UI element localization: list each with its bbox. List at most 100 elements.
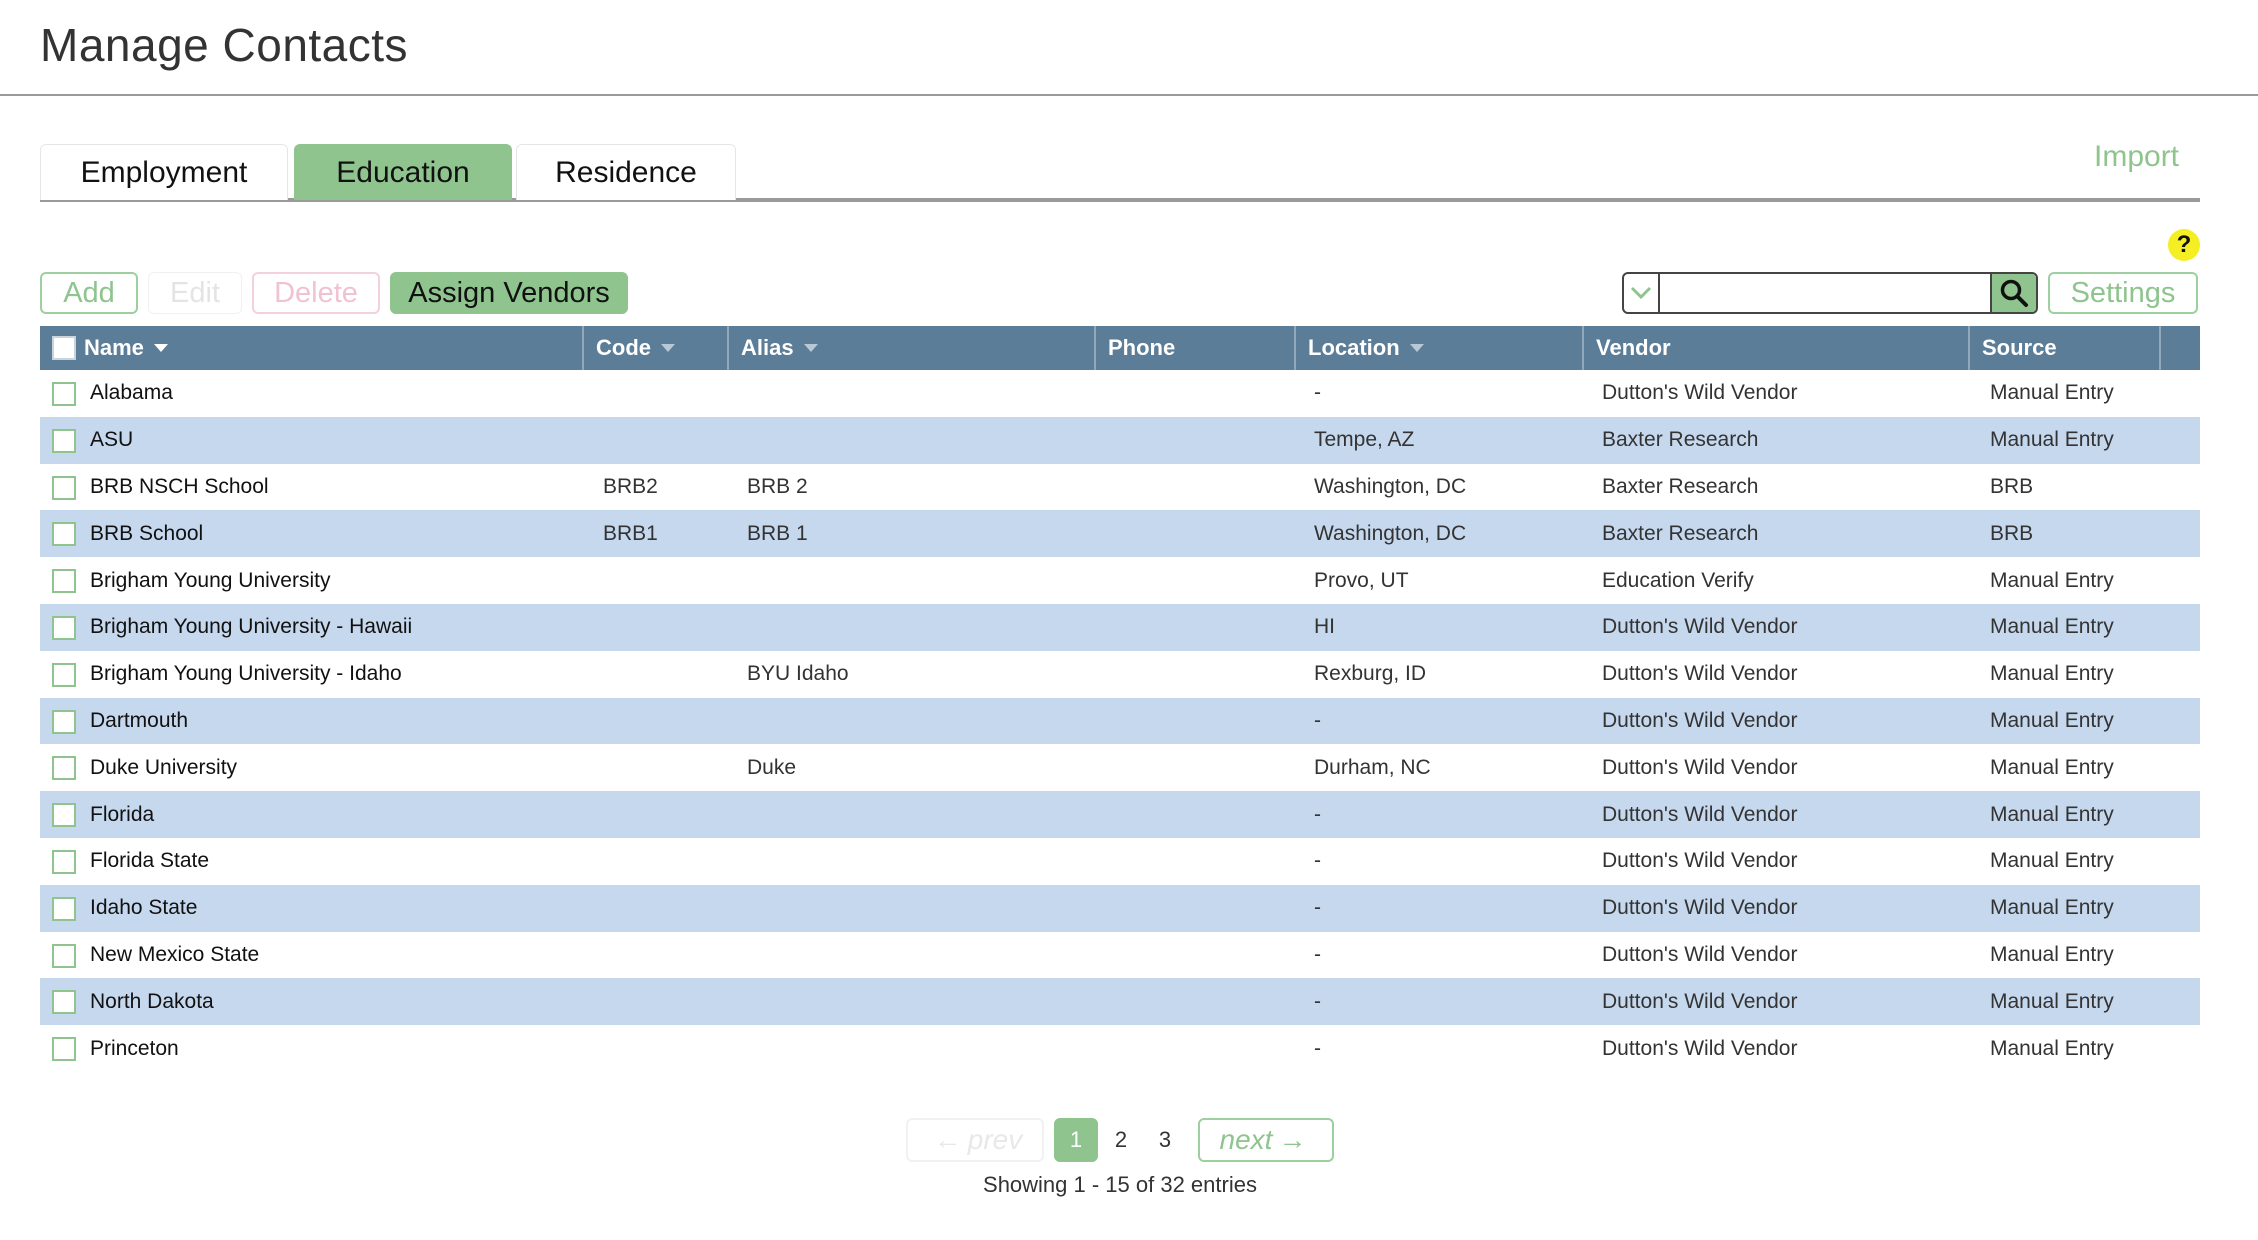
cell-alias: Duke — [747, 755, 797, 779]
column-header-code[interactable]: Code — [584, 326, 729, 370]
table-row[interactable]: Alabama - Dutton's Wild Vendor Manual Entry — [40, 370, 2200, 417]
table-row[interactable]: Brigham Young University - Idaho BYU Idah… — [40, 651, 2200, 698]
row-checkbox[interactable] — [52, 382, 76, 406]
table-row[interactable]: Idaho State - Dutton's Wild Vendor Manual E… — [40, 884, 2200, 932]
cell-name: BRB School — [90, 521, 204, 545]
row-checkbox[interactable] — [52, 522, 76, 547]
cell-location: Tempe, AZ — [1314, 428, 1415, 452]
row-checkbox[interactable] — [52, 943, 76, 968]
search-icon — [2000, 279, 2028, 307]
table-row[interactable]: Florida - Dutton's Wild Vendor Manual Entry — [40, 791, 2200, 838]
row-checkbox[interactable] — [52, 756, 76, 781]
row-checkbox[interactable] — [52, 428, 76, 453]
cell-name: North Dakota — [90, 989, 214, 1013]
cell-source: BRB — [1990, 474, 2034, 498]
cell-code: BRB2 — [603, 474, 658, 498]
search-filter-dropdown[interactable] — [1624, 274, 1660, 312]
table-row[interactable]: Brigham Young University Provo, UT Educati… — [40, 557, 2200, 604]
cell-name: Brigham Young University — [90, 568, 331, 592]
search-input[interactable] — [1659, 274, 1990, 312]
column-header-location[interactable]: Location — [1296, 326, 1584, 370]
cell-name: BRB NSCH School — [90, 474, 269, 498]
column-header-source[interactable]: Source — [1970, 326, 2161, 370]
cell-location: Durham, NC — [1314, 755, 1431, 779]
settings-button[interactable]: Settings — [2048, 272, 2198, 314]
row-checkbox[interactable] — [52, 569, 76, 594]
cell-name: Duke University — [90, 755, 238, 779]
cell-vendor: Baxter Research — [1602, 521, 1759, 545]
row-checkbox[interactable] — [52, 1037, 76, 1062]
cell-name: Brigham Young University - Hawaii — [90, 615, 413, 639]
tab-bar: Employment Education Residence — [40, 144, 2200, 202]
tab-residence[interactable]: Residence — [516, 144, 736, 200]
row-checkbox[interactable] — [52, 475, 76, 500]
cell-location: - — [1314, 708, 1321, 732]
page-title: Manage Contacts — [40, 19, 409, 71]
row-checkbox[interactable] — [52, 990, 76, 1015]
cell-alias: BRB 1 — [747, 521, 808, 545]
table-row[interactable]: ASU Tempe, AZ Baxter Research Manual Entry — [40, 416, 2200, 464]
table-row[interactable]: New Mexico State - Dutton's Wild Vendor Man… — [40, 932, 2200, 979]
cell-vendor: Baxter Research — [1602, 474, 1759, 498]
row-checkbox[interactable] — [52, 896, 76, 921]
cell-name: Brigham Young University - Idaho — [90, 662, 402, 686]
cell-source: Manual Entry — [1990, 381, 2114, 405]
table-row[interactable]: Duke University Duke Durham, NC Dutton's Wi… — [40, 744, 2200, 791]
import-link[interactable]: Import — [2094, 140, 2179, 174]
cell-source: Manual Entry — [1990, 896, 2114, 920]
column-header-label: Phone — [1108, 335, 1176, 360]
cell-vendor: Dutton's Wild Vendor — [1602, 755, 1798, 779]
row-checkbox[interactable] — [52, 709, 76, 734]
prev-page-button[interactable]: ← prev — [906, 1118, 1044, 1162]
cell-name: Princeton — [90, 1036, 179, 1060]
cell-name: Dartmouth — [90, 708, 189, 732]
row-checkbox[interactable] — [52, 849, 76, 874]
sort-caret-icon — [803, 344, 818, 352]
next-page-button[interactable]: next → — [1198, 1118, 1334, 1162]
cell-code: BRB1 — [603, 521, 658, 545]
table-row[interactable]: Dartmouth - Dutton's Wild Vendor Manual Ent… — [40, 697, 2200, 745]
cell-vendor: Baxter Research — [1602, 428, 1759, 452]
column-header-vendor[interactable]: Vendor — [1584, 326, 1970, 370]
row-checkbox[interactable] — [52, 615, 76, 640]
column-header-label: Vendor — [1596, 335, 1671, 360]
table-row[interactable]: Princeton - Dutton's Wild Vendor Manual Ent… — [40, 1025, 2200, 1072]
contacts-table: Name Code Alias Phone Location Vendor So… — [40, 326, 2200, 1072]
assign-vendors-button[interactable]: Assign Vendors — [390, 272, 628, 314]
table-row[interactable]: North Dakota - Dutton's Wild Vendor Manual … — [40, 978, 2200, 1026]
table-row[interactable]: Brigham Young University - Hawaii HI Dutto… — [40, 603, 2200, 651]
arrow-right-icon: → — [1278, 1124, 1307, 1155]
next-label: next — [1219, 1124, 1273, 1155]
column-header-name[interactable]: Name — [40, 326, 584, 370]
cell-location: Rexburg, ID — [1314, 662, 1427, 686]
sort-caret-icon — [661, 344, 675, 352]
cell-source: Manual Entry — [1990, 615, 2114, 639]
search-button[interactable] — [1989, 274, 2036, 312]
table-header: Name Code Alias Phone Location Vendor So… — [40, 326, 2200, 370]
row-checkbox[interactable] — [52, 662, 76, 687]
row-checkbox[interactable] — [52, 803, 76, 828]
table-row[interactable]: BRB School BRB1 BRB 1 Washington, DC Baxter … — [40, 510, 2200, 558]
delete-button[interactable]: Delete — [252, 272, 380, 314]
page-2-button[interactable]: 2 — [1102, 1118, 1140, 1162]
cell-location: Washington, DC — [1314, 474, 1467, 498]
column-header-alias[interactable]: Alias — [729, 326, 1096, 370]
tab-education[interactable]: Education — [294, 144, 512, 200]
page-3-button[interactable]: 3 — [1146, 1118, 1184, 1162]
tab-employment[interactable]: Employment — [40, 144, 288, 200]
cell-name: Florida — [90, 802, 155, 826]
cell-vendor: Dutton's Wild Vendor — [1602, 989, 1798, 1013]
cell-vendor: Dutton's Wild Vendor — [1602, 708, 1798, 732]
edit-button[interactable]: Edit — [148, 272, 242, 314]
cell-location: - — [1314, 989, 1321, 1013]
arrow-left-icon: ← — [933, 1124, 962, 1155]
cell-source: Manual Entry — [1990, 755, 2114, 779]
page-1-button[interactable]: 1 — [1054, 1118, 1098, 1162]
table-row[interactable]: BRB NSCH School BRB2 BRB 2 Washington, DC Ba… — [40, 464, 2200, 511]
cell-location: HI — [1314, 615, 1335, 639]
add-button[interactable]: Add — [40, 272, 138, 314]
column-header-phone[interactable]: Phone — [1096, 326, 1296, 370]
table-row[interactable]: Florida State - Dutton's Wild Vendor Manual… — [40, 838, 2200, 885]
cell-source: Manual Entry — [1990, 708, 2114, 732]
help-icon[interactable]: ? — [2168, 229, 2200, 261]
